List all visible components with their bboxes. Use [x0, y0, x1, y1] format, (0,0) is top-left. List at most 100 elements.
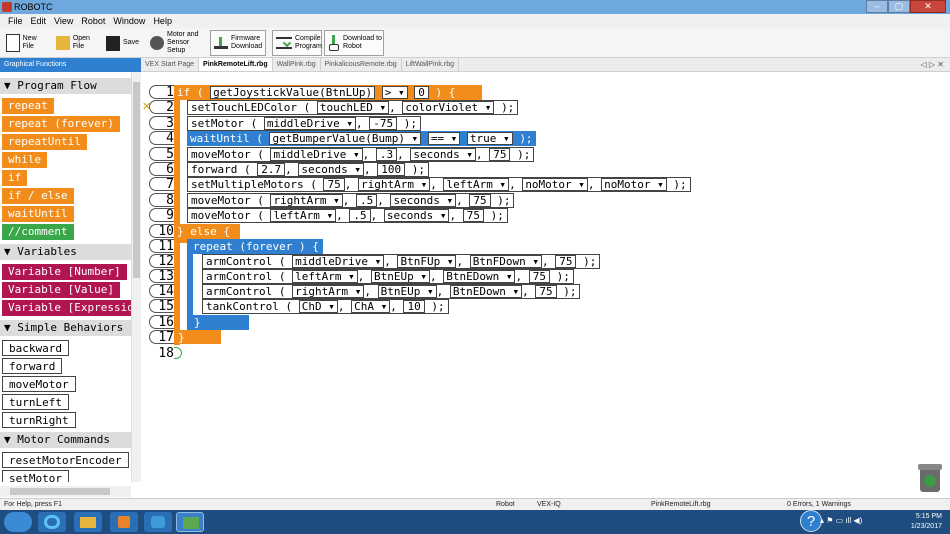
code-line-set-motor[interactable]: setMotor ( middleDrive ▾, -75 ); [187, 116, 421, 131]
system-clock[interactable]: 5:15 PM 1/23/2017 [911, 512, 942, 532]
palette-move-motor[interactable]: moveMotor [2, 376, 76, 392]
media-player-icon[interactable] [110, 512, 138, 532]
operator-dropdown[interactable]: == ▾ [427, 132, 461, 145]
code-line-move-motor[interactable]: moveMotor ( leftArm ▾, .5, seconds ▾, 75… [187, 208, 508, 223]
palette-repeat[interactable]: repeat [2, 98, 54, 114]
tab-scroll-arrows[interactable]: ◁ ▷ ✕ [921, 58, 944, 72]
palette-forward[interactable]: forward [2, 358, 63, 374]
palette-if-else[interactable]: if / else [2, 188, 74, 204]
palette-backward[interactable]: backward [2, 340, 69, 356]
file-explorer-icon[interactable] [74, 512, 102, 532]
palette-variable-number[interactable]: Variable [Number] [2, 264, 127, 280]
param-value[interactable]: -75 [369, 117, 398, 130]
param-value[interactable]: 75 [535, 285, 557, 298]
compare-value[interactable]: 0 [414, 86, 429, 99]
palette-set-motor[interactable]: setMotor [2, 470, 69, 482]
param-dropdown[interactable]: leftArm ▾ [270, 209, 337, 222]
code-line-arm-control[interactable]: armControl ( middleDrive ▾, BtnFUp ▾, Bt… [202, 254, 601, 269]
code-line-set-touch-led-color[interactable]: setTouchLEDColor ( touchLED ▾, colorViol… [187, 100, 519, 115]
code-line-forward[interactable]: forward ( 2.7, seconds ▾, 100 ); [187, 162, 429, 177]
palette-repeat-forever[interactable]: repeat (forever) [2, 116, 120, 132]
param-dropdown[interactable]: middleDrive ▾ [292, 255, 385, 268]
palette-vertical-scrollbar[interactable] [131, 72, 141, 482]
palette-comment[interactable]: //comment [2, 224, 74, 240]
palette-variable-expression[interactable]: Variable [Expressio [2, 300, 131, 316]
param-dropdown[interactable]: rightArm ▾ [292, 285, 365, 298]
firmware-download-button[interactable]: Firmware Download [210, 30, 266, 56]
code-line-arm-control[interactable]: armControl ( leftArm ▾, BtnEUp ▾, BtnEDo… [202, 269, 574, 284]
condition-dropdown[interactable]: getJoystickValue(BtnLUp) [210, 86, 376, 99]
palette-variable-value[interactable]: Variable [Value] [2, 282, 120, 298]
param-dropdown[interactable]: middleDrive ▾ [263, 117, 356, 130]
code-line-else[interactable]: } else { [174, 224, 240, 239]
param-dropdown[interactable]: BtnFDown ▾ [469, 255, 542, 268]
param-value[interactable]: .3 [375, 148, 398, 161]
param-value[interactable]: 75 [323, 178, 345, 191]
open-file-button[interactable]: Open File [52, 30, 100, 56]
palette-turn-left[interactable]: turnLeft [2, 394, 69, 410]
condition-dropdown[interactable]: getBumperValue(Bump) ▾ [269, 132, 422, 145]
value-dropdown[interactable]: true ▾ [466, 132, 513, 145]
param-value[interactable]: 75 [489, 148, 511, 161]
param-dropdown[interactable]: BtnFUp ▾ [397, 255, 457, 268]
trash-can-icon[interactable] [918, 464, 942, 492]
system-tray-icons[interactable]: ▴ ⚑ ▭ ıll ◀) [820, 516, 862, 525]
operator-dropdown[interactable]: > ▾ [381, 86, 408, 99]
code-line-set-multiple-motors[interactable]: setMultipleMotors ( 75, rightArm ▾, left… [187, 177, 691, 192]
menu-view[interactable]: View [50, 14, 77, 28]
code-line-move-motor[interactable]: moveMotor ( middleDrive ▾, .3, seconds ▾… [187, 147, 535, 162]
param-dropdown[interactable]: ChD ▾ [298, 300, 338, 313]
param-value[interactable]: 75 [555, 255, 577, 268]
code-line-if[interactable]: if ( getJoystickValue(BtnLUp) > ▾ 0 ) { [174, 85, 482, 100]
palette-wait-until[interactable]: waitUntil [2, 206, 74, 222]
tab-pinkalicous-remote[interactable]: PinkalicousRemote.rbg [321, 58, 402, 71]
param-value[interactable]: 75 [528, 270, 550, 283]
menu-file[interactable]: File [4, 14, 27, 28]
param-dropdown[interactable]: leftArm ▾ [443, 178, 510, 191]
code-line-wait-until[interactable]: waitUntil ( getBumperValue(Bump) ▾ == ▾ … [187, 131, 536, 146]
maximize-button[interactable]: ▢ [888, 0, 910, 13]
param-dropdown[interactable]: seconds ▾ [410, 148, 476, 161]
new-file-button[interactable]: New File [2, 30, 50, 56]
param-value[interactable]: 75 [469, 194, 491, 207]
download-to-robot-button[interactable]: Download to Robot [324, 30, 384, 56]
tab-lift-wall-pink[interactable]: LiftWallPink.rbg [402, 58, 459, 71]
scrollbar-thumb[interactable] [133, 82, 140, 278]
param-dropdown[interactable]: ChA ▾ [351, 300, 391, 313]
menu-help[interactable]: Help [149, 14, 176, 28]
param-dropdown[interactable]: noMotor ▾ [601, 178, 667, 191]
param-dropdown[interactable]: rightArm ▾ [357, 178, 431, 191]
palette-repeat-until[interactable]: repeatUntil [2, 134, 87, 150]
param-value[interactable]: 2.7 [257, 163, 286, 176]
motor-sensor-setup-button[interactable]: Motor and Sensor Setup [146, 30, 204, 56]
close-button[interactable]: ✕ [910, 0, 946, 13]
code-line-tank-control[interactable]: tankControl ( ChD ▾, ChA ▾, 10 ); [202, 299, 449, 314]
param-dropdown[interactable]: BtnEUp ▾ [370, 270, 430, 283]
param-dropdown[interactable]: noMotor ▾ [522, 178, 588, 191]
internet-explorer-icon[interactable] [38, 512, 66, 532]
param-value[interactable]: 100 [377, 163, 406, 176]
menu-robot[interactable]: Robot [77, 14, 109, 28]
param-dropdown[interactable]: seconds ▾ [298, 163, 364, 176]
palette-reset-motor-encoder[interactable]: resetMotorEncoder [2, 452, 129, 468]
param-dropdown[interactable]: seconds ▾ [383, 209, 450, 222]
minimize-button[interactable]: – [866, 0, 888, 13]
help-icon[interactable]: ? [800, 510, 822, 532]
code-line-move-motor[interactable]: moveMotor ( rightArm ▾, .5, seconds ▾, 7… [187, 193, 515, 208]
param-value[interactable]: .5 [349, 209, 371, 222]
menu-edit[interactable]: Edit [27, 14, 51, 28]
param-dropdown[interactable]: seconds ▾ [390, 194, 457, 207]
code-line-repeat-forever[interactable]: repeat (forever ) { [187, 239, 323, 254]
category-program-flow[interactable]: ▼ Program Flow [0, 78, 131, 94]
param-dropdown[interactable]: BtnEDown ▾ [443, 270, 516, 283]
category-simple-behaviors[interactable]: ▼ Simple Behaviors [0, 320, 131, 336]
save-button[interactable]: Save [102, 30, 140, 56]
start-button-icon[interactable] [4, 512, 32, 532]
palette-if[interactable]: if [2, 170, 28, 186]
param-value[interactable]: 75 [462, 209, 484, 222]
code-line-arm-control[interactable]: armControl ( rightArm ▾, BtnEUp ▾, BtnED… [202, 284, 581, 299]
category-variables[interactable]: ▼ Variables [0, 244, 131, 260]
warning-icon[interactable]: ✕ [142, 100, 151, 113]
compile-program-button[interactable]: Compile Program [272, 30, 322, 56]
robotc-taskbar-icon[interactable] [144, 512, 172, 532]
